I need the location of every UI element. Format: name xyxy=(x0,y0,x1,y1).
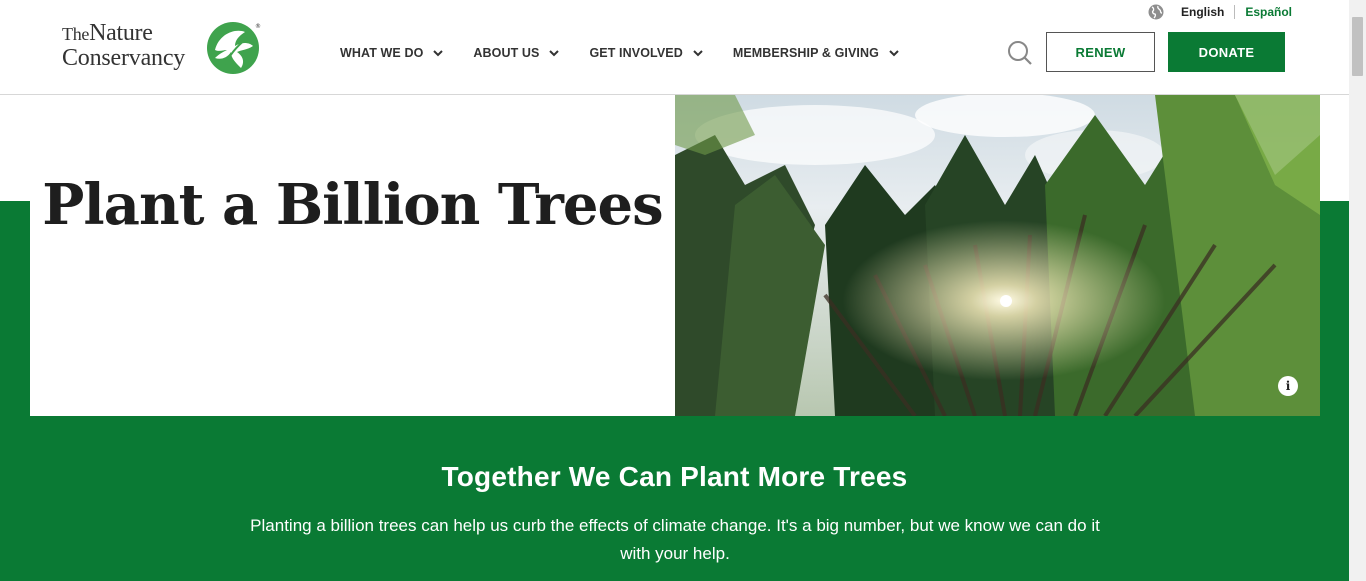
scrollbar-thumb[interactable] xyxy=(1352,17,1363,76)
lang-espanol-link[interactable]: Español xyxy=(1235,5,1292,19)
site-header: TheNature Conservancy ® English Español … xyxy=(0,0,1366,95)
leaf-logo-icon: ® xyxy=(207,22,261,74)
nav-membership-giving[interactable]: MEMBERSHIP & GIVING xyxy=(733,44,899,62)
section-heading: Together We Can Plant More Trees xyxy=(441,461,908,492)
logo-the: The xyxy=(62,24,90,44)
lang-english-link[interactable]: English xyxy=(1181,5,1236,19)
logo-nature: Nature xyxy=(89,20,153,46)
nav-label: ABOUT US xyxy=(473,46,540,60)
chevron-down-icon xyxy=(433,49,444,56)
main-nav: WHAT WE DO ABOUT US GET INVOLVED MEMBERS… xyxy=(340,44,929,62)
nav-what-we-do[interactable]: WHAT WE DO xyxy=(340,44,444,62)
nav-get-involved[interactable]: GET INVOLVED xyxy=(589,44,703,62)
renew-button[interactable]: RENEW xyxy=(1046,32,1155,72)
section-body-text: Planting a billion trees can help us cur… xyxy=(250,516,1100,563)
hero-forest-image xyxy=(675,95,1320,416)
nav-label: MEMBERSHIP & GIVING xyxy=(732,46,879,60)
language-switcher: English Español xyxy=(1148,4,1292,20)
search-icon[interactable] xyxy=(1007,40,1033,66)
page-title: Plant a Billion Trees xyxy=(42,172,663,238)
nav-label: GET INVOLVED xyxy=(589,46,683,60)
chevron-down-icon xyxy=(693,49,703,56)
hero-title-card: Plant a Billion Trees xyxy=(30,95,675,416)
page-scrollbar[interactable] xyxy=(1349,0,1366,581)
info-icon[interactable]: i xyxy=(1278,376,1298,396)
svg-text:®: ® xyxy=(255,23,261,30)
globe-icon xyxy=(1148,4,1164,20)
site-logo[interactable]: TheNature Conservancy ® xyxy=(62,18,262,78)
chevron-down-icon xyxy=(549,49,560,56)
chevron-down-icon xyxy=(889,49,899,56)
nav-label: WHAT WE DO xyxy=(340,46,424,60)
logo-wordmark: TheNature Conservancy xyxy=(62,21,185,70)
donate-button[interactable]: DONATE xyxy=(1168,32,1285,72)
logo-conservancy: Conservancy xyxy=(62,45,186,71)
forest-photo xyxy=(675,95,1320,416)
nav-about-us[interactable]: ABOUT US xyxy=(473,44,560,62)
